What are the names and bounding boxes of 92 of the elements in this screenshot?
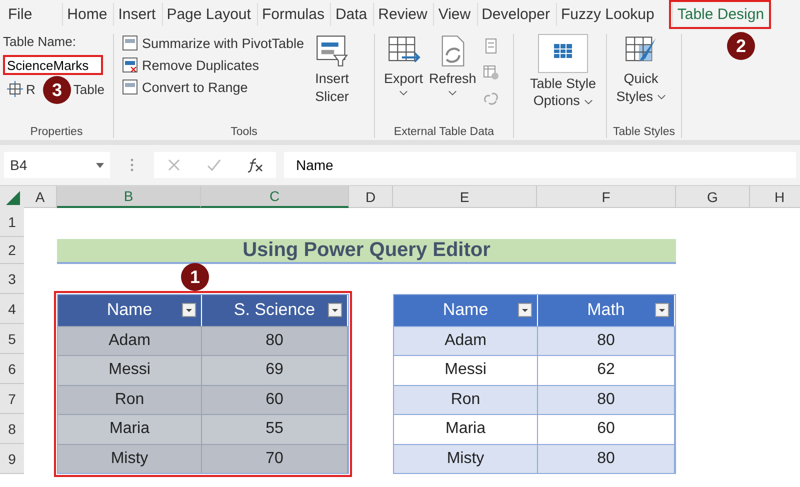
resize-icon xyxy=(7,81,23,97)
ribbon-tab[interactable]: Page Layout xyxy=(162,2,255,26)
column-header[interactable]: G xyxy=(676,186,750,208)
row-header[interactable]: 9 xyxy=(0,444,24,474)
table-cell: Misty xyxy=(58,444,202,473)
convert-range-icon xyxy=(122,79,138,95)
table-cell: Misty xyxy=(394,444,538,473)
slicer-icon xyxy=(315,34,350,68)
table-name-label: Table Name: xyxy=(3,34,77,49)
table-cell: 80 xyxy=(538,384,675,414)
table-cell: Ron xyxy=(394,384,538,414)
ribbon-tab[interactable]: Data xyxy=(330,2,372,26)
group-label: External Table Data xyxy=(392,126,496,138)
table-cell: 80 xyxy=(202,326,348,355)
filter-dropdown-icon[interactable] xyxy=(328,303,342,317)
column-header[interactable]: B xyxy=(57,186,201,208)
table-cell: Ron xyxy=(58,384,202,414)
column-header[interactable]: E xyxy=(393,186,537,208)
name-box[interactable]: B4 xyxy=(4,152,110,178)
row-header[interactable]: 5 xyxy=(0,324,24,354)
ribbon-button[interactable]: Convert to Range xyxy=(120,78,306,96)
table-cell: Maria xyxy=(58,414,202,444)
insert-slicer-button[interactable]: Insert Slicer xyxy=(306,34,358,126)
table-header-cell: S. Science xyxy=(202,295,348,326)
table-cell: 62 xyxy=(538,355,675,384)
table-cell: 80 xyxy=(538,444,675,473)
quick-styles-button[interactable]: Quick Styles xyxy=(613,34,669,126)
table-cell: 60 xyxy=(202,384,348,414)
chevron-down-icon xyxy=(399,90,408,96)
row-header[interactable]: 2 xyxy=(0,237,24,264)
chevron-down-icon xyxy=(448,90,458,96)
group-label: Table Styles xyxy=(613,126,675,138)
row-header[interactable]: 1 xyxy=(0,208,24,237)
dropdown-arrow-icon[interactable] xyxy=(96,162,104,168)
table-cell: Maria xyxy=(394,414,538,444)
table-style-options-button[interactable]: Table Style Options xyxy=(520,34,606,138)
ribbon-button[interactable]: Export xyxy=(381,34,426,126)
row-header[interactable]: 4 xyxy=(0,294,24,324)
ribbon-tab[interactable]: View xyxy=(433,2,475,26)
row-header[interactable]: 3 xyxy=(0,264,24,294)
ribbon-tab[interactable]: Home xyxy=(62,2,112,26)
sheet-title: Using Power Query Editor xyxy=(57,239,676,264)
ribbon-button[interactable]: Refresh xyxy=(426,34,480,126)
ribbon-tab[interactable]: Developer xyxy=(476,2,554,26)
remove-duplicates-icon xyxy=(122,57,138,73)
pivot-table-icon xyxy=(122,35,138,51)
filter-dropdown-icon[interactable] xyxy=(655,303,669,317)
ribbon-tab[interactable]: File xyxy=(4,2,36,26)
table-cell: 55 xyxy=(202,414,348,444)
table-cell: 60 xyxy=(538,414,675,444)
ribbon-button[interactable]: Summarize with PivotTable xyxy=(120,34,306,52)
ribbon-button[interactable]: Remove Duplicates xyxy=(120,56,306,74)
ribbon-tab[interactable]: Fuzzy Lookup xyxy=(556,2,658,26)
chevron-down-icon xyxy=(584,98,593,105)
table-header-cell: Name xyxy=(58,295,202,326)
table-cell: Messi xyxy=(394,355,538,384)
function-icon[interactable] xyxy=(246,157,264,173)
column-header[interactable]: D xyxy=(349,186,393,208)
row-header[interactable]: 8 xyxy=(0,414,24,444)
resize-table-text[interactable]: R xyxy=(26,82,36,96)
table-header-cell: Name xyxy=(394,295,538,326)
table-cell: 69 xyxy=(202,355,348,384)
callout-badge: 1 xyxy=(181,263,209,291)
column-header[interactable]: A xyxy=(24,186,57,208)
formula-field[interactable]: Name xyxy=(284,152,796,178)
column-header[interactable]: F xyxy=(537,186,676,208)
drag-handle-icon[interactable] xyxy=(130,157,134,173)
table-header-cell: Math xyxy=(538,295,675,326)
callout-badge: 3 xyxy=(43,76,71,104)
table-cell: 70 xyxy=(202,444,348,473)
filter-dropdown-icon[interactable] xyxy=(182,303,196,317)
properties-icon[interactable] xyxy=(483,38,500,54)
table-cell: Adam xyxy=(394,326,538,355)
resize-table-text[interactable]: Table xyxy=(73,82,104,96)
ribbon-tab[interactable]: Formulas xyxy=(256,2,328,26)
select-all-icon[interactable] xyxy=(0,186,24,208)
check-icon[interactable] xyxy=(206,157,222,173)
table-name-field[interactable]: ScienceMarks xyxy=(3,55,103,75)
open-in-browser-icon[interactable] xyxy=(483,64,500,80)
row-header[interactable]: 6 xyxy=(0,354,24,384)
table-cell: Adam xyxy=(58,326,202,355)
row-header[interactable]: 7 xyxy=(0,384,24,414)
group-label: Properties xyxy=(29,126,84,138)
column-header[interactable]: C xyxy=(201,186,349,208)
filter-dropdown-icon[interactable] xyxy=(518,303,532,317)
table-cell: Messi xyxy=(58,355,202,384)
group-label: Tools xyxy=(230,126,258,138)
ribbon-tab[interactable]: Review xyxy=(373,2,432,26)
column-header[interactable]: H xyxy=(750,186,800,208)
chevron-down-icon xyxy=(656,94,666,100)
ribbon-tab[interactable]: Insert xyxy=(113,2,160,26)
table-cell: 80 xyxy=(538,326,675,355)
